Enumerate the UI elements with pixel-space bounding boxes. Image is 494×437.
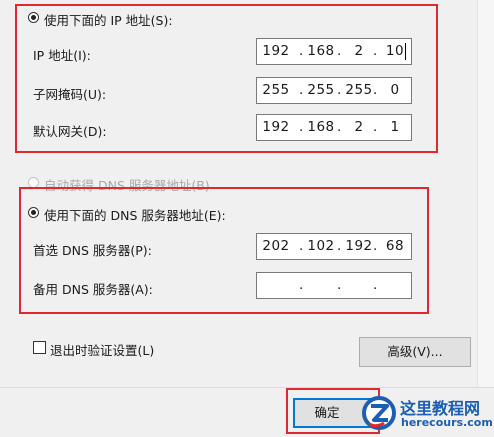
validate-on-exit-checkbox[interactable]	[33, 341, 46, 354]
watermark-url: herecours.com	[401, 416, 493, 429]
scrollbar[interactable]	[477, 0, 494, 388]
watermark: 这里教程网 herecours.com	[350, 393, 494, 434]
advanced-button[interactable]: 高级(V)...	[359, 337, 471, 367]
static-dns-highlight-box	[19, 187, 429, 314]
validate-on-exit-label: 退出时验证设置(L)	[50, 343, 155, 358]
footer-divider	[0, 387, 494, 388]
static-ip-highlight-box	[15, 4, 438, 153]
